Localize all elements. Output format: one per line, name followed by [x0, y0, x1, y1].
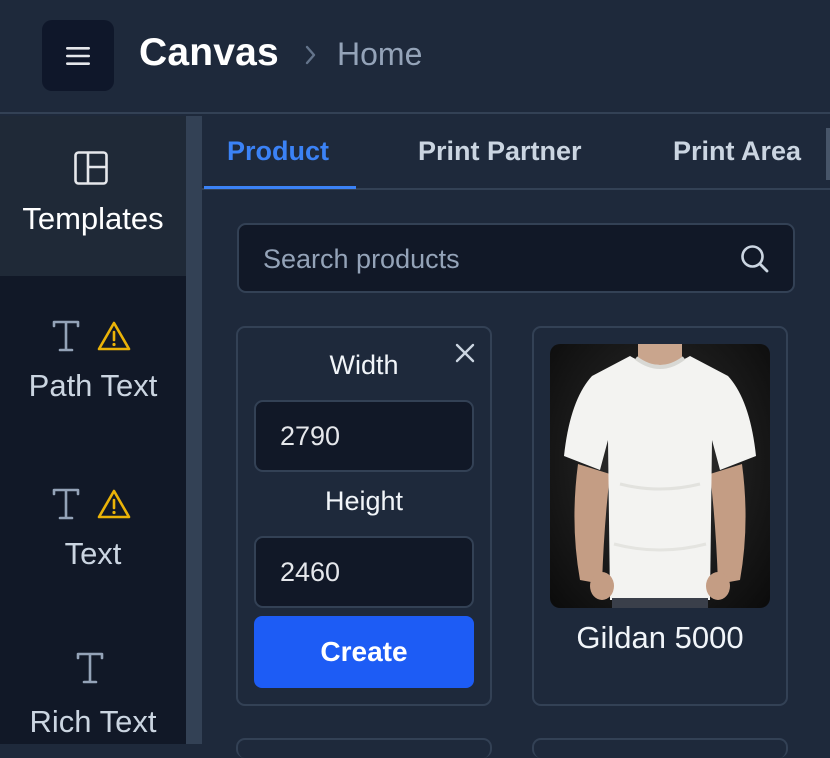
product-card[interactable]	[236, 738, 492, 758]
width-field[interactable]	[254, 400, 474, 472]
sidebar-item-label: Text	[64, 536, 122, 571]
search-icon[interactable]	[739, 243, 771, 275]
text-icon	[52, 488, 80, 520]
create-button[interactable]: Create	[254, 616, 474, 688]
search-input[interactable]	[261, 239, 725, 279]
product-image	[550, 344, 770, 608]
sidebar-resize-handle[interactable]	[186, 116, 202, 744]
tab-print-partner[interactable]: Print Partner	[418, 136, 582, 167]
sidebar-item-rich-text[interactable]: Rich Text	[0, 612, 186, 744]
custom-size-card: Width Height Create	[236, 326, 492, 706]
menu-button[interactable]	[42, 20, 114, 91]
tab-product[interactable]: Product	[227, 136, 329, 167]
product-card[interactable]	[532, 738, 788, 758]
sidebar-item-label: Path Text	[28, 368, 158, 403]
text-icon	[76, 652, 104, 684]
tab-bar: Product Print Partner Print Area	[202, 116, 830, 190]
sidebar-item-label: Rich Text	[29, 704, 157, 739]
main-panel: Product Print Partner Print Area Width H…	[202, 116, 830, 758]
search-box	[237, 223, 795, 293]
hamburger-icon	[66, 46, 90, 65]
breadcrumb-home[interactable]: Home	[337, 36, 422, 73]
warning-icon	[97, 489, 131, 519]
app-title: Canvas	[139, 31, 279, 74]
layout-icon	[74, 151, 108, 185]
height-label: Height	[324, 486, 404, 516]
sidebar-item-path-text[interactable]: Path Text	[0, 276, 186, 444]
top-bar: Canvas Home	[0, 0, 830, 114]
product-name: Gildan 5000	[576, 620, 744, 655]
text-icon	[52, 320, 80, 352]
warning-icon	[97, 321, 131, 351]
sidebar-item-text[interactable]: Text	[0, 444, 186, 612]
width-label: Width	[329, 350, 399, 380]
active-tab-indicator	[204, 186, 356, 189]
sidebar-item-templates[interactable]: Templates	[0, 116, 186, 276]
tab-scrollbar[interactable]	[826, 128, 830, 180]
tab-print-area[interactable]: Print Area	[673, 136, 801, 167]
sidebar-item-label: Templates	[22, 201, 164, 236]
sidebar: Templates Path Text Text Rich Text	[0, 116, 186, 744]
chevron-right-icon	[305, 45, 316, 65]
tshirt-model-image	[564, 344, 756, 608]
height-field[interactable]	[254, 536, 474, 608]
product-card[interactable]: Gildan 5000	[532, 326, 788, 706]
